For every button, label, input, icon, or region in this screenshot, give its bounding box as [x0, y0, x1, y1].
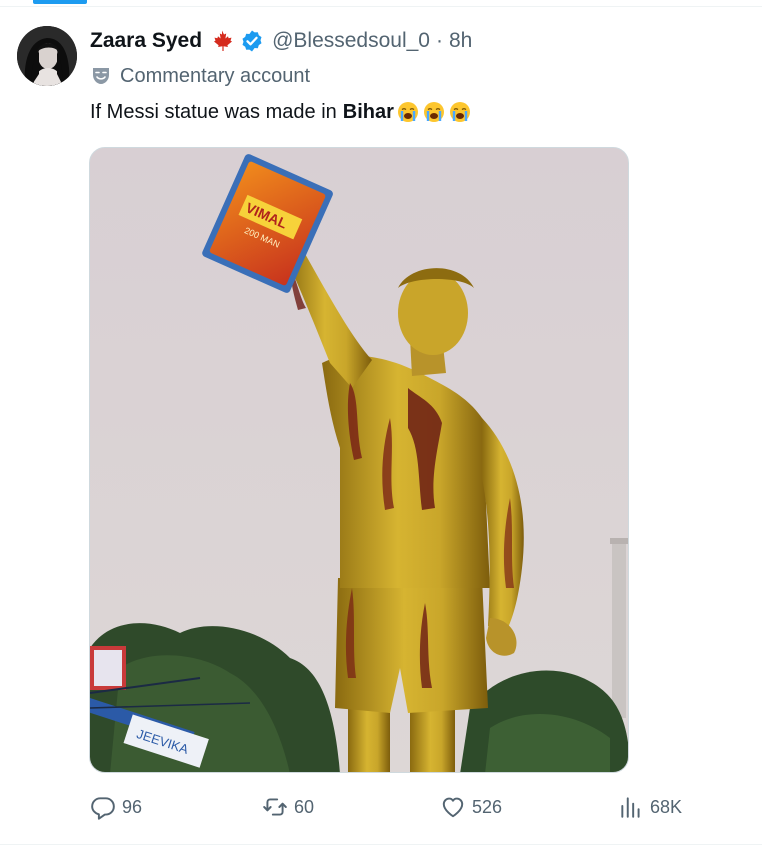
tweet-text-bold: Bihar — [342, 100, 394, 123]
avatar-image — [17, 26, 77, 86]
loudly-crying-face-icon — [396, 100, 420, 124]
action-bar: 96 60 526 68K — [90, 792, 700, 822]
account-label-text: Commentary account — [120, 64, 311, 87]
tweet-header: Zaara Syed @Blessedsoul_0 · 8h — [90, 26, 472, 56]
tweet-text-prefix: If Messi statue was made in — [90, 100, 337, 123]
views-chart-icon — [618, 794, 644, 820]
heart-icon — [440, 794, 466, 820]
timestamp[interactable]: 8h — [449, 29, 472, 53]
repost-button[interactable]: 60 — [262, 792, 314, 822]
like-count: 526 — [472, 796, 503, 817]
views-count: 68K — [650, 796, 683, 817]
avatar[interactable] — [17, 26, 77, 86]
reply-count: 96 — [122, 796, 143, 817]
loudly-crying-face-icon — [448, 100, 472, 124]
reply-icon — [90, 794, 116, 820]
verified-badge-icon[interactable] — [240, 29, 264, 53]
bottom-divider — [0, 844, 762, 845]
separator-dot: · — [436, 29, 443, 52]
account-label[interactable]: Commentary account — [90, 62, 310, 90]
tweet-media-image[interactable]: JEEVIKA VIMAL 200 MAN — [89, 147, 629, 773]
views-button[interactable]: 68K — [618, 792, 682, 822]
reply-button[interactable]: 96 — [90, 792, 142, 822]
repost-count: 60 — [294, 796, 315, 817]
tweet-text: If Messi statue was made in Bihar — [90, 97, 472, 127]
top-divider — [0, 6, 762, 7]
repost-icon — [262, 794, 288, 820]
theater-mask-icon — [90, 65, 112, 87]
author-name[interactable]: Zaara Syed — [90, 29, 202, 53]
active-tab-indicator — [33, 0, 87, 4]
maple-leaf-icon — [210, 29, 234, 53]
like-button[interactable]: 526 — [440, 792, 502, 822]
author-handle[interactable]: @Blessedsoul_0 — [272, 29, 430, 53]
loudly-crying-face-icon — [422, 100, 446, 124]
statue-photo: JEEVIKA VIMAL 200 MAN — [90, 148, 628, 772]
